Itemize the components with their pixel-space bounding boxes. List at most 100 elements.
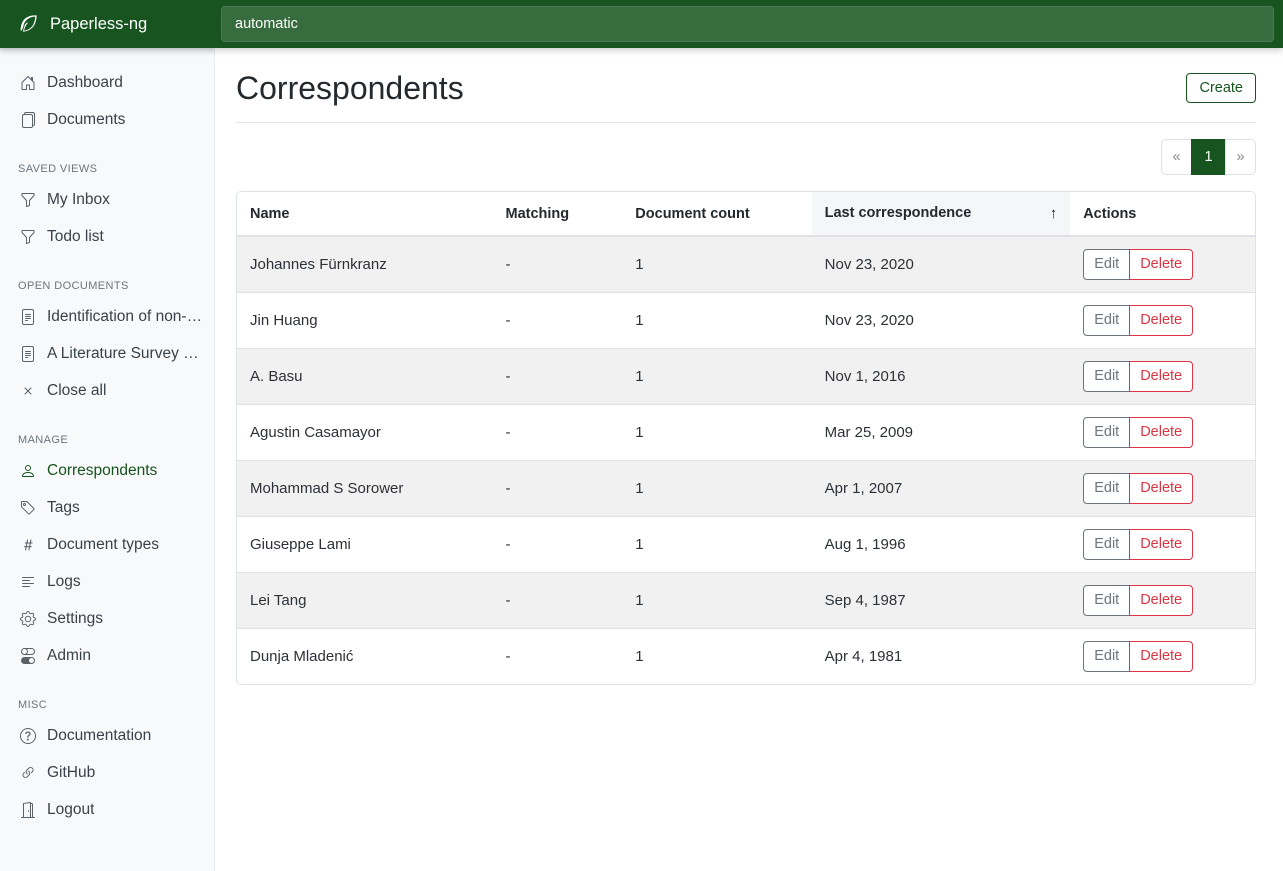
cell-matching: -: [493, 460, 623, 516]
edit-button[interactable]: Edit: [1083, 641, 1130, 672]
cell-last-correspondence: Apr 4, 1981: [812, 628, 1071, 684]
file-text-icon: [20, 346, 36, 362]
sidebar-item-document-types[interactable]: Document types: [0, 526, 214, 563]
edit-button[interactable]: Edit: [1083, 417, 1130, 448]
pagination-page-1[interactable]: 1: [1191, 139, 1226, 175]
sort-ascending-icon: ↑: [1050, 205, 1058, 222]
file-text-icon: [20, 309, 36, 325]
sidebar-item-logs[interactable]: Logs: [0, 563, 214, 600]
delete-button[interactable]: Delete: [1129, 529, 1193, 560]
sidebar-item-label: Dashboard: [47, 74, 123, 92]
funnel-icon: [20, 229, 36, 245]
cell-last-correspondence: Apr 1, 2007: [812, 460, 1071, 516]
delete-button[interactable]: Delete: [1129, 417, 1193, 448]
cell-name: Agustin Casamayor: [237, 404, 493, 460]
tag-icon: [20, 500, 36, 516]
cell-actions: Edit Delete: [1070, 348, 1255, 404]
cell-name: Mohammad S Sorower: [237, 460, 493, 516]
cell-last-correspondence: Aug 1, 1996: [812, 516, 1071, 572]
edit-button[interactable]: Edit: [1083, 529, 1130, 560]
cell-name: A. Basu: [237, 348, 493, 404]
cell-matching: -: [493, 292, 623, 348]
sidebar-item-label: GitHub: [47, 764, 95, 782]
pagination: « 1 »: [1161, 139, 1256, 175]
text-lines-icon: [20, 574, 36, 590]
top-navbar: Paperless-ng: [0, 0, 1283, 48]
delete-button[interactable]: Delete: [1129, 585, 1193, 616]
cell-document-count: 1: [622, 292, 811, 348]
sidebar-item-github[interactable]: GitHub: [0, 754, 214, 791]
sidebar-item-correspondents[interactable]: Correspondents: [0, 452, 214, 489]
pagination-prev[interactable]: «: [1161, 139, 1192, 175]
column-header-last-correspondence[interactable]: ↑ Last correspondence: [812, 192, 1071, 236]
sidebar-item-open-document-2[interactable]: A Literature Survey on ...: [0, 335, 214, 372]
table-row: Lei Tang - 1 Sep 4, 1987 Edit Delete: [237, 572, 1255, 628]
cell-actions: Edit Delete: [1070, 404, 1255, 460]
delete-button[interactable]: Delete: [1129, 305, 1193, 336]
sidebar-item-documentation[interactable]: Documentation: [0, 717, 214, 754]
sidebar-item-label: Identification of non-fu...: [47, 308, 206, 326]
sidebar-item-label: Tags: [47, 499, 80, 517]
column-header-name[interactable]: Name: [237, 192, 493, 236]
cell-last-correspondence: Sep 4, 1987: [812, 572, 1071, 628]
sidebar-item-tags[interactable]: Tags: [0, 489, 214, 526]
edit-button[interactable]: Edit: [1083, 361, 1130, 392]
cell-matching: -: [493, 572, 623, 628]
cell-last-correspondence: Nov 23, 2020: [812, 292, 1071, 348]
brand-label: Paperless-ng: [50, 15, 147, 34]
sidebar-item-logout[interactable]: Logout: [0, 791, 214, 828]
sidebar-item-dashboard[interactable]: Dashboard: [0, 64, 214, 101]
column-header-document-count[interactable]: Document count: [622, 192, 811, 236]
sidebar-item-label: Correspondents: [47, 462, 157, 480]
edit-button[interactable]: Edit: [1083, 585, 1130, 616]
person-icon: [20, 463, 36, 479]
delete-button[interactable]: Delete: [1129, 361, 1193, 392]
page-title: Correspondents: [236, 70, 464, 107]
search-input[interactable]: [221, 6, 1274, 42]
edit-button[interactable]: Edit: [1083, 305, 1130, 336]
sidebar-heading-open-documents: OPEN DOCUMENTS: [0, 275, 214, 298]
link-icon: [20, 765, 36, 781]
sidebar-item-admin[interactable]: Admin: [0, 637, 214, 674]
door-open-icon: [20, 802, 36, 818]
delete-button[interactable]: Delete: [1129, 249, 1193, 280]
header-divider: [236, 122, 1256, 123]
cell-document-count: 1: [622, 404, 811, 460]
delete-button[interactable]: Delete: [1129, 473, 1193, 504]
cell-matching: -: [493, 516, 623, 572]
table-row: Mohammad S Sorower - 1 Apr 1, 2007 Edit …: [237, 460, 1255, 516]
edit-button[interactable]: Edit: [1083, 249, 1130, 280]
brand-link[interactable]: Paperless-ng: [0, 0, 215, 48]
cell-actions: Edit Delete: [1070, 292, 1255, 348]
sidebar-item-settings[interactable]: Settings: [0, 600, 214, 637]
sidebar-item-close-all[interactable]: Close all: [0, 372, 214, 409]
sidebar-item-label: Logout: [47, 801, 94, 819]
sidebar-item-my-inbox[interactable]: My Inbox: [0, 181, 214, 218]
cell-document-count: 1: [622, 236, 811, 292]
pagination-next[interactable]: »: [1225, 139, 1256, 175]
sidebar-item-todo-list[interactable]: Todo list: [0, 218, 214, 255]
cell-last-correspondence: Nov 23, 2020: [812, 236, 1071, 292]
cell-name: Dunja Mladenić: [237, 628, 493, 684]
sidebar-item-open-document-1[interactable]: Identification of non-fu...: [0, 298, 214, 335]
sidebar-item-label: Document types: [47, 536, 159, 554]
house-icon: [20, 75, 36, 91]
cell-actions: Edit Delete: [1070, 516, 1255, 572]
question-circle-icon: [20, 728, 36, 744]
edit-button[interactable]: Edit: [1083, 473, 1130, 504]
sidebar-item-label: A Literature Survey on ...: [47, 345, 206, 363]
cell-matching: -: [493, 236, 623, 292]
column-header-matching[interactable]: Matching: [493, 192, 623, 236]
create-button[interactable]: Create: [1186, 73, 1256, 103]
table-row: Dunja Mladenić - 1 Apr 4, 1981 Edit Dele…: [237, 628, 1255, 684]
cell-name: Jin Huang: [237, 292, 493, 348]
cell-name: Lei Tang: [237, 572, 493, 628]
sidebar-heading-manage: MANAGE: [0, 429, 214, 452]
sidebar-item-label: Logs: [47, 573, 81, 591]
sidebar-item-label: Close all: [47, 382, 106, 400]
delete-button[interactable]: Delete: [1129, 641, 1193, 672]
cell-document-count: 1: [622, 572, 811, 628]
table-row: Agustin Casamayor - 1 Mar 25, 2009 Edit …: [237, 404, 1255, 460]
cell-document-count: 1: [622, 628, 811, 684]
sidebar-item-documents[interactable]: Documents: [0, 101, 214, 138]
